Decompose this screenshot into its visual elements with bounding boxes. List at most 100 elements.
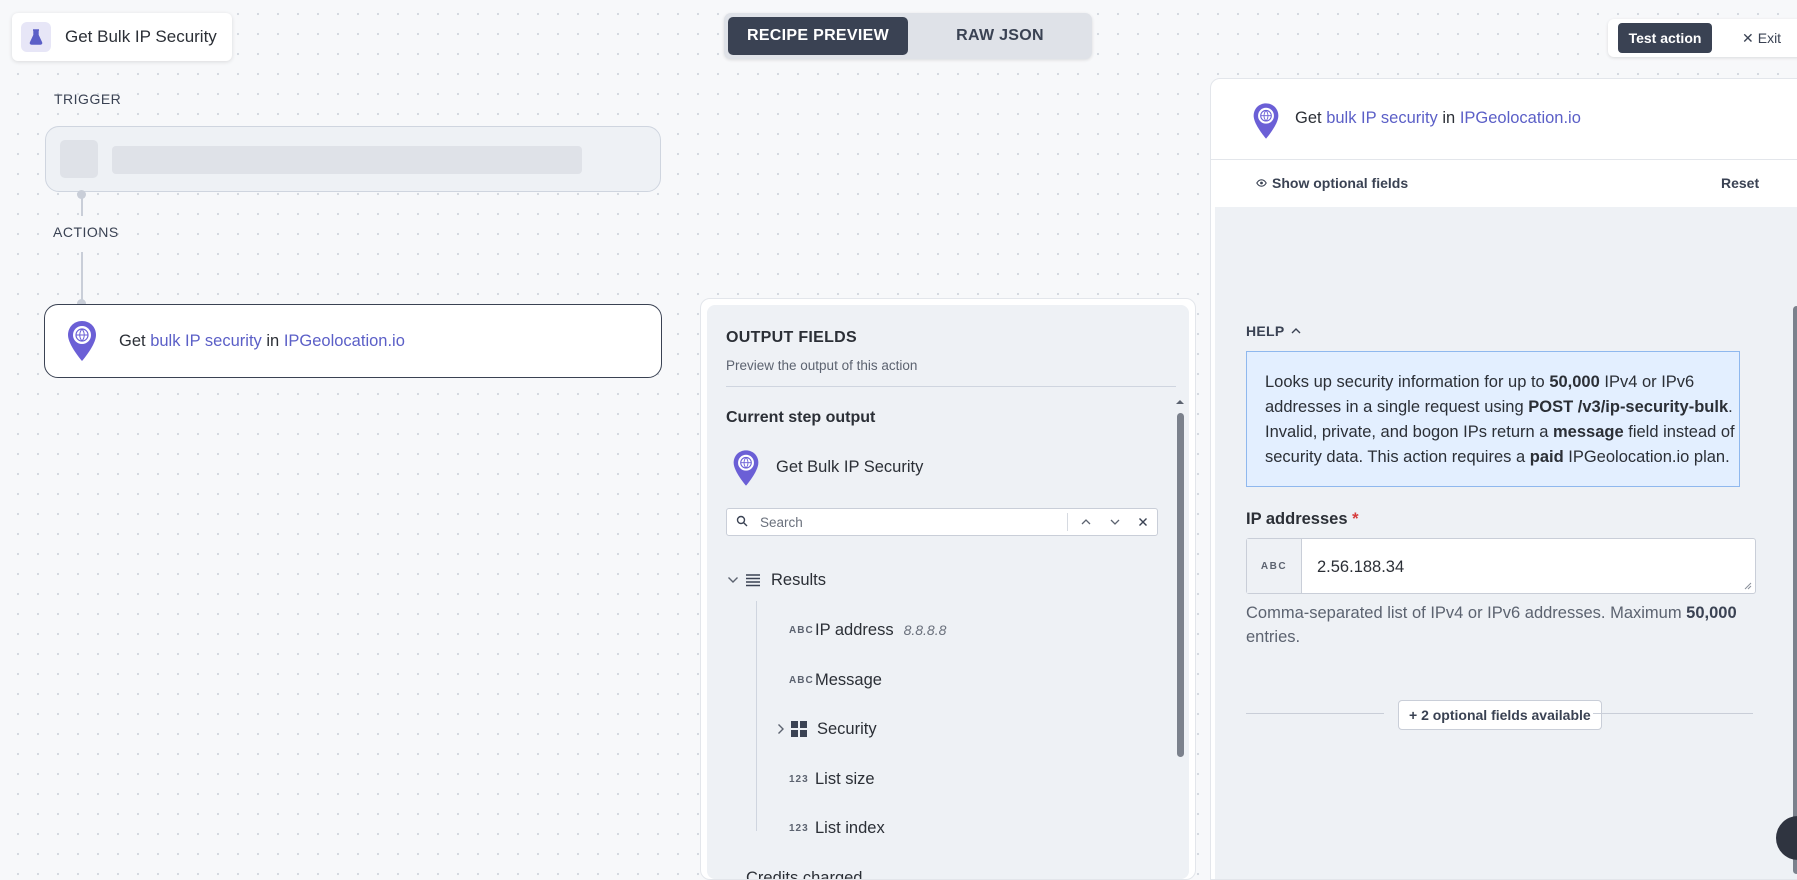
top-actions: Test action ✕ Exit	[1608, 19, 1797, 57]
help-text: Looks up security information for up to …	[1265, 370, 1735, 470]
help-text-bold: paid	[1529, 448, 1564, 466]
action-step-card[interactable]: Get bulk IP security in IPGeolocation.io	[44, 304, 662, 378]
current-step-label: Current step output	[726, 409, 876, 426]
scrollbar-thumb[interactable]	[1177, 413, 1184, 757]
action-app-link: IPGeolocation.io	[283, 331, 405, 350]
show-optional-label: Show optional fields	[1272, 175, 1409, 191]
divider	[1246, 713, 1384, 714]
help-label: HELP	[1246, 323, 1285, 339]
view-toggle: RECIPE PREVIEW RAW JSON	[724, 13, 1092, 59]
help-text-bold: 50,000	[1549, 373, 1600, 391]
divider	[726, 386, 1176, 387]
tree-label: Security	[817, 719, 877, 738]
chevron-up-icon[interactable]	[1077, 513, 1095, 531]
tree-row-results[interactable]: Results	[727, 568, 826, 592]
hint-text: entries.	[1246, 628, 1301, 646]
flask-icon	[21, 22, 51, 52]
config-panel-title: Get bulk IP security in IPGeolocation.io	[1295, 109, 1581, 128]
tree-guide-line	[756, 601, 757, 831]
help-text-bold: message	[1553, 423, 1624, 441]
trigger-card-placeholder[interactable]	[45, 126, 661, 192]
action-prefix: Get	[119, 331, 146, 350]
output-search	[726, 508, 1158, 536]
ip-addresses-label: IP addresses *	[1246, 510, 1359, 529]
trigger-section-label: TRIGGER	[54, 91, 122, 107]
output-fields-subtitle: Preview the output of this action	[726, 358, 918, 373]
tab-recipe-preview[interactable]: RECIPE PREVIEW	[728, 17, 908, 55]
type-tag: ABC	[1247, 539, 1302, 593]
scrollbar-thumb[interactable]	[1793, 306, 1797, 874]
chevron-up-icon	[1291, 328, 1301, 334]
exit-label: Exit	[1757, 30, 1782, 46]
action-config-panel: Get bulk IP security in IPGeolocation.io…	[1210, 78, 1797, 880]
recipe-title-chip: Get Bulk IP Security	[12, 13, 232, 61]
title-middle: in	[1442, 109, 1456, 127]
type-tag: ABC	[789, 624, 814, 636]
tree-label: Message	[815, 670, 882, 689]
help-text-part: Looks up security information for up to	[1265, 373, 1550, 391]
hint-text: Comma-separated list of IPv4 or IPv6 add…	[1246, 604, 1687, 622]
ip-addresses-field: ABC	[1246, 538, 1756, 595]
type-tag: ABC	[789, 674, 814, 686]
title-object-link[interactable]: bulk IP security	[1326, 109, 1438, 127]
action-step-title: Get bulk IP security in IPGeolocation.io	[119, 332, 405, 351]
connector-line	[81, 252, 83, 302]
recipe-title: Get Bulk IP Security	[65, 27, 217, 46]
ipgeolocation-pin-icon	[733, 450, 759, 486]
chevron-down-icon[interactable]	[727, 576, 739, 584]
trigger-text-placeholder	[112, 146, 582, 174]
eye-icon	[1256, 179, 1267, 187]
help-box: Looks up security information for up to …	[1246, 351, 1740, 487]
ipgeolocation-pin-icon	[68, 321, 96, 361]
ipgeolocation-pin-icon	[1253, 103, 1279, 139]
object-grid-icon	[791, 721, 807, 737]
actions-section-label: ACTIONS	[53, 224, 119, 240]
help-toggle[interactable]: HELP	[1246, 323, 1301, 339]
optional-fields-button[interactable]: + 2 optional fields available	[1398, 700, 1602, 730]
tab-raw-json[interactable]: RAW JSON	[912, 17, 1088, 55]
search-input[interactable]	[758, 511, 1062, 533]
required-marker: *	[1352, 510, 1359, 528]
config-panel-body: HELP Looks up security information for u…	[1215, 207, 1797, 879]
scroll-up-icon[interactable]	[1175, 399, 1185, 405]
type-tag: 123	[789, 822, 809, 834]
tree-label: IP address	[815, 620, 894, 639]
chevron-down-icon[interactable]	[1106, 513, 1124, 531]
trigger-icon-placeholder	[60, 140, 98, 178]
scrollbar[interactable]	[1175, 399, 1185, 871]
tree-label: Credits charged	[746, 868, 863, 880]
field-label-text: IP addresses	[1246, 510, 1348, 528]
show-optional-fields-button[interactable]: Show optional fields	[1256, 175, 1408, 191]
ip-addresses-hint: Comma-separated list of IPv4 or IPv6 add…	[1246, 601, 1766, 649]
tree-row-security[interactable]: Security	[777, 717, 877, 741]
tree-row-message[interactable]: ABC Message	[789, 668, 882, 692]
divider	[1593, 713, 1753, 714]
type-tag: 123	[789, 773, 809, 785]
tree-label: List size	[815, 769, 875, 788]
ip-addresses-input[interactable]	[1315, 539, 1739, 595]
divider	[1211, 159, 1797, 160]
title-app-link[interactable]: IPGeolocation.io	[1460, 109, 1581, 127]
title-prefix: Get	[1295, 109, 1322, 127]
tree-row-list-size[interactable]: 123 List size	[789, 767, 875, 791]
resize-handle-icon[interactable]	[1744, 582, 1752, 590]
tree-label: List index	[815, 818, 885, 837]
connector-line	[81, 194, 83, 216]
close-icon[interactable]	[1134, 513, 1152, 531]
help-text-bold: POST /v3/ip-security-bulk	[1528, 398, 1729, 416]
hint-bold: 50,000	[1686, 604, 1737, 622]
close-icon: ✕	[1742, 29, 1754, 46]
step-name: Get Bulk IP Security	[776, 458, 924, 476]
chevron-right-icon[interactable]	[777, 723, 785, 735]
divider	[1067, 513, 1068, 531]
reset-button[interactable]: Reset	[1721, 175, 1759, 191]
help-text-part: IPGeolocation.io plan.	[1563, 448, 1730, 466]
tree-label: Results	[771, 570, 827, 589]
tree-row-list-index[interactable]: 123 List index	[789, 816, 885, 840]
search-icon	[736, 515, 748, 527]
exit-button[interactable]: ✕ Exit	[1742, 23, 1781, 53]
sample-value: 8.8.8.8	[903, 622, 947, 638]
tree-row-ip-address[interactable]: ABC IP address 8.8.8.8	[789, 618, 946, 642]
output-fields-title: OUTPUT FIELDS	[726, 329, 858, 346]
test-action-button[interactable]: Test action	[1618, 23, 1712, 53]
